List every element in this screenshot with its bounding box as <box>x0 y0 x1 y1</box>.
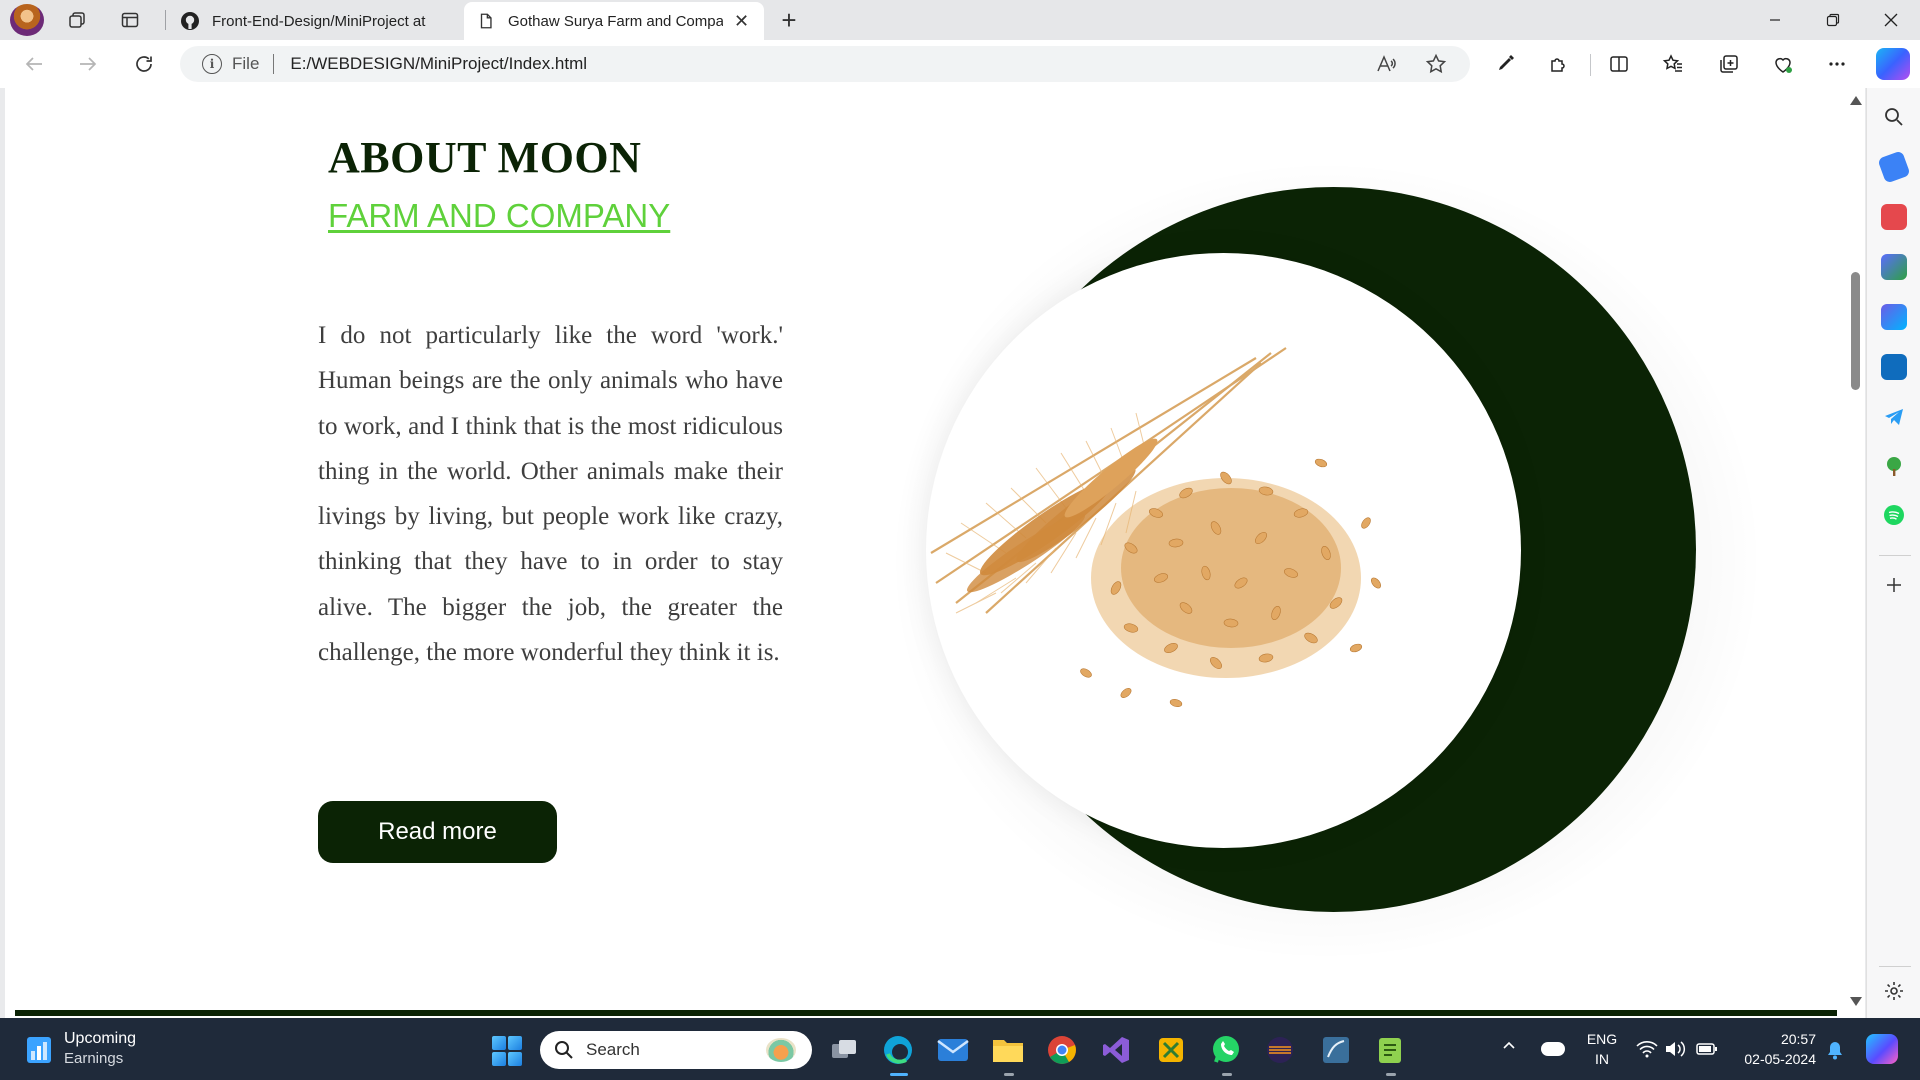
refresh-button[interactable] <box>126 48 162 80</box>
tab-title: Gothaw Surya Farm and Compan <box>508 12 724 30</box>
show-hidden-icons-icon[interactable] <box>1502 1038 1516 1052</box>
vertical-tabs-icon[interactable] <box>114 6 146 34</box>
address-url[interactable]: E:/WEBDESIGN/MiniProject/Index.html <box>290 54 587 74</box>
edge-sidebar <box>1866 88 1920 1018</box>
about-paragraph: I do not particularly like the word 'wor… <box>318 322 783 667</box>
notification-bell-icon[interactable] <box>1826 1040 1844 1060</box>
onedrive-icon[interactable] <box>1541 1042 1565 1056</box>
address-divider <box>273 54 275 74</box>
workspaces-icon[interactable] <box>61 6 93 34</box>
stocks-icon[interactable] <box>26 1036 52 1064</box>
site-info-icon[interactable]: i <box>202 54 222 74</box>
sidebar-separator <box>1879 555 1911 556</box>
split-screen-icon[interactable] <box>1604 50 1634 78</box>
app-indicator <box>1386 1073 1396 1076</box>
app-indicator <box>1004 1073 1014 1076</box>
scroll-down-arrow-icon[interactable] <box>1850 997 1862 1006</box>
new-tab-button[interactable]: + <box>774 5 804 35</box>
eclipse-icon[interactable] <box>1262 1032 1298 1068</box>
start-button[interactable] <box>492 1036 522 1066</box>
tab-github[interactable]: Front-End-Design/MiniProject at <box>168 2 464 40</box>
shopping-tag-icon[interactable] <box>1877 150 1911 184</box>
browser-toolbar: i File E:/WEBDESIGN/MiniProject/Index.ht… <box>0 40 1920 88</box>
sidebar-search-icon[interactable] <box>1881 104 1907 130</box>
wifi-icon[interactable] <box>1636 1039 1658 1059</box>
page-subtitle-link[interactable]: FARM AND COMPANY <box>328 197 670 235</box>
read-aloud-icon[interactable] <box>1370 46 1402 82</box>
favorite-star-icon[interactable] <box>1420 46 1452 82</box>
mysql-workbench-icon[interactable] <box>1318 1032 1354 1068</box>
page-viewport: ABOUT MOON FARM AND COMPANY I do not par… <box>5 88 1865 1018</box>
tab-separator <box>165 10 166 30</box>
more-menu-icon[interactable] <box>1822 50 1852 78</box>
language-indicator[interactable]: ENG <box>1585 1031 1619 1047</box>
tab-title: Front-End-Design/MiniProject at <box>212 12 426 30</box>
widget-title[interactable]: Upcoming <box>64 1030 136 1048</box>
sidebar-settings-icon[interactable] <box>1881 978 1907 1004</box>
volume-icon[interactable] <box>1664 1039 1686 1059</box>
moon-image-circle <box>926 253 1521 848</box>
read-more-button[interactable]: Read more <box>318 801 557 863</box>
close-tab-icon[interactable]: ✕ <box>731 10 752 32</box>
clock-time[interactable]: 20:57 <box>1738 1031 1816 1047</box>
visual-studio-icon[interactable] <box>1098 1032 1134 1068</box>
minimize-button[interactable] <box>1748 0 1802 40</box>
section-divider <box>15 1010 1837 1016</box>
address-scheme: File <box>232 54 260 73</box>
language-region[interactable]: IN <box>1585 1051 1619 1067</box>
page-title: ABOUT MOON <box>328 133 642 182</box>
search-placeholder: Search <box>586 1040 640 1059</box>
clock-date[interactable]: 02-05-2024 <box>1738 1051 1816 1067</box>
back-button[interactable] <box>16 48 52 80</box>
scrollbar-thumb[interactable] <box>1851 272 1860 390</box>
pen-extension-icon[interactable] <box>1490 50 1520 78</box>
search-highlight-icon <box>766 1038 796 1062</box>
github-icon <box>180 11 200 31</box>
telegram-icon[interactable] <box>1881 404 1907 430</box>
search-icon <box>555 1041 573 1059</box>
notepad-app-icon[interactable] <box>1372 1032 1408 1068</box>
widget-subtitle[interactable]: Earnings <box>64 1050 123 1067</box>
snipping-tool-icon[interactable] <box>1153 1032 1189 1068</box>
games-icon[interactable] <box>1881 254 1907 280</box>
extensions-icon[interactable] <box>1544 50 1574 78</box>
file-explorer-icon[interactable] <box>990 1032 1026 1068</box>
taskbar-search[interactable]: Search <box>540 1031 812 1069</box>
copilot-icon[interactable] <box>1876 48 1910 80</box>
outlook-icon[interactable] <box>1881 354 1907 380</box>
favorites-icon[interactable] <box>1658 50 1688 78</box>
tab-strip: Front-End-Design/MiniProject at Gothaw S… <box>0 0 1920 40</box>
battery-icon[interactable] <box>1696 1039 1718 1059</box>
chrome-app-icon[interactable] <box>1044 1032 1080 1068</box>
close-window-button[interactable] <box>1864 0 1918 40</box>
tab-active-page[interactable]: Gothaw Surya Farm and Compan ✕ <box>464 2 764 40</box>
whatsapp-icon[interactable] <box>1208 1032 1244 1068</box>
collections-icon[interactable] <box>1714 50 1744 78</box>
profile-avatar[interactable] <box>10 4 44 36</box>
browser-essentials-icon[interactable] <box>1768 50 1798 78</box>
active-app-indicator <box>890 1073 908 1076</box>
app-indicator <box>1222 1073 1232 1076</box>
address-bar[interactable]: i File E:/WEBDESIGN/MiniProject/Index.ht… <box>180 46 1470 82</box>
task-view-icon[interactable] <box>826 1032 862 1068</box>
add-sidebar-app-icon[interactable] <box>1881 572 1907 598</box>
tools-icon[interactable] <box>1881 204 1907 230</box>
sidebar-separator <box>1879 966 1911 967</box>
forward-button[interactable] <box>70 48 106 80</box>
tree-icon[interactable] <box>1881 454 1907 480</box>
mail-app-icon[interactable] <box>935 1032 971 1068</box>
document-icon <box>476 11 496 31</box>
restore-button[interactable] <box>1806 0 1860 40</box>
edge-app-icon[interactable] <box>880 1032 916 1068</box>
page-scrollbar[interactable] <box>1846 88 1864 1018</box>
spotify-icon[interactable] <box>1881 502 1907 528</box>
microsoft-365-icon[interactable] <box>1881 304 1907 330</box>
windows-taskbar: Upcoming Earnings Search ENG IN 20:57 02… <box>0 1018 1920 1080</box>
copilot-taskbar-icon[interactable] <box>1866 1034 1898 1064</box>
toolbar-separator <box>1590 54 1591 76</box>
scroll-up-arrow-icon[interactable] <box>1850 96 1862 105</box>
wheat-image <box>930 347 1381 708</box>
